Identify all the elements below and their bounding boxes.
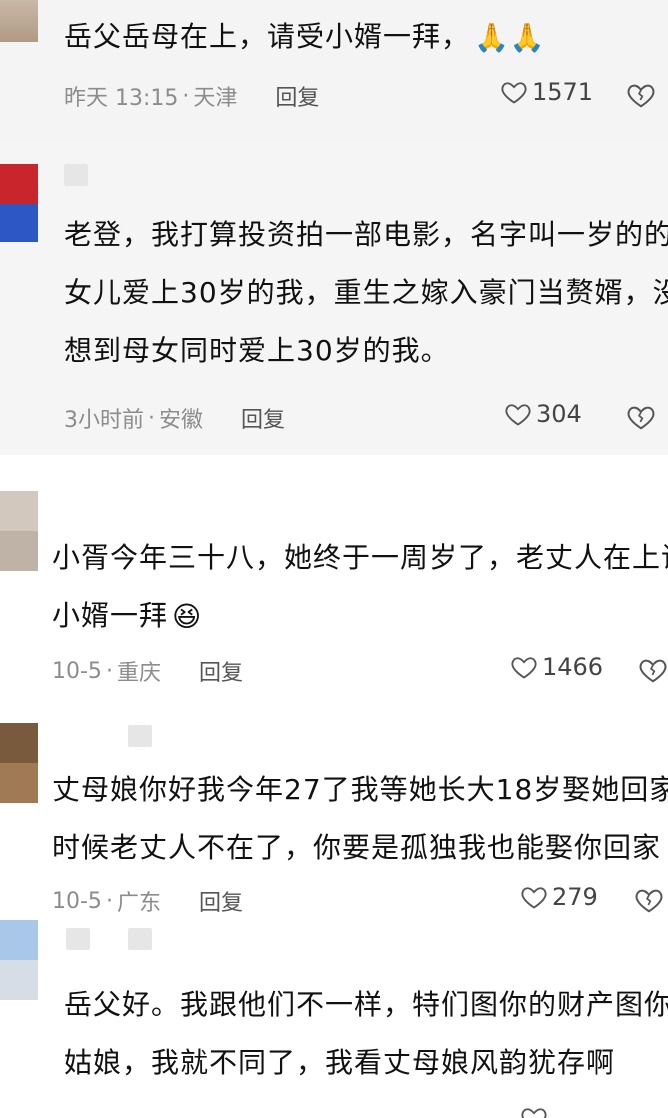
- broken-heart-icon[interactable]: [634, 885, 664, 915]
- comment-text: 岳父岳母在上，请受小婿一拜， 🙏🙏: [64, 8, 546, 67]
- comment-1: 岳父岳母在上，请受小婿一拜， 🙏🙏 昨天 13:15 · 天津 回复 1571: [0, 0, 668, 140]
- broken-heart-icon[interactable]: [626, 402, 656, 432]
- comment-meta: 昨天 13:15 · 天津 回复: [64, 80, 319, 112]
- reply-button[interactable]: 回复: [199, 885, 243, 917]
- like-count: 304: [536, 400, 582, 428]
- comment-text: 老登，我打算投资拍一部电影，名字叫一岁的的 女儿爱上30岁的我，重生之嫁入豪门当…: [64, 218, 668, 367]
- username-blurred[interactable]: [128, 725, 152, 747]
- comment-text: 岳父好。我跟他们不一样，特们图你的财产图你 姑娘，我就不同了，我看丈母娘风韵犹存…: [64, 988, 668, 1079]
- comment-time: 10-5: [52, 658, 102, 684]
- comment-text: 小胥今年三十八，她终于一周岁了，老丈人在上请受 小婿一拜 😆: [52, 529, 668, 646]
- like-button[interactable]: 1571: [500, 78, 593, 106]
- comment-4: 丈母娘你好我今年27了我等她长大18岁娶她回家，到 时候老丈人不在了，你要是孤独…: [0, 705, 668, 920]
- heart-outline-icon: [505, 404, 531, 426]
- reply-button[interactable]: 回复: [241, 402, 285, 434]
- comment-text: 丈母娘你好我今年27了我等她长大18岁娶她回家，到 时候老丈人不在了，你要是孤独…: [52, 761, 668, 878]
- avatar[interactable]: [0, 164, 38, 242]
- avatar[interactable]: [0, 920, 38, 1000]
- comment-5: 岳父好。我跟他们不一样，特们图你的财产图你 姑娘，我就不同了，我看丈母娘风韵犹存…: [0, 920, 668, 1118]
- broken-heart-icon[interactable]: [626, 80, 656, 110]
- like-count: 1466: [542, 653, 604, 681]
- like-count: 1571: [532, 78, 594, 106]
- like-count: 279: [552, 883, 598, 911]
- comment-location: 广东: [116, 891, 161, 916]
- heart-outline-icon: [521, 887, 547, 909]
- comment-3: 小胥今年三十八，她终于一周岁了，老丈人在上请受 小婿一拜 😆 10-5 · 重庆 回复…: [0, 455, 668, 705]
- heart-outline-icon: [511, 657, 537, 679]
- comment-time: 3小时前: [64, 408, 144, 433]
- like-button[interactable]: 1466: [510, 653, 603, 681]
- praying-hands-emoji-icon: 🙏🙏: [474, 21, 546, 54]
- comment-time: 昨天 13:15: [64, 86, 179, 111]
- like-button[interactable]: 304: [504, 400, 582, 428]
- broken-heart-icon[interactable]: [638, 655, 668, 685]
- comment-meta: 3小时前 · 安徽 回复: [64, 402, 285, 434]
- comment-location: 天津: [193, 86, 238, 111]
- comment-time: 10-5: [52, 888, 102, 914]
- username-blurred[interactable]: [64, 164, 88, 186]
- comment-meta: 10-5 · 重庆 回复: [52, 655, 243, 687]
- avatar[interactable]: [0, 723, 38, 803]
- heart-outline-icon: [521, 1108, 547, 1118]
- username-blurred[interactable]: [66, 928, 152, 950]
- heart-outline-icon: [501, 82, 527, 104]
- comment-location: 重庆: [116, 661, 161, 686]
- avatar[interactable]: [0, 491, 38, 571]
- like-button[interactable]: 279: [520, 883, 598, 911]
- reply-button[interactable]: 回复: [275, 80, 319, 112]
- comment-2: 老登，我打算投资拍一部电影，名字叫一岁的的 女儿爱上30岁的我，重生之嫁入豪门当…: [0, 140, 668, 455]
- like-button[interactable]: [520, 1104, 552, 1118]
- avatar[interactable]: [0, 0, 38, 42]
- reply-button[interactable]: 回复: [199, 655, 243, 687]
- laughing-face-emoji-icon: 😆: [172, 600, 203, 633]
- comment-location: 安徽: [159, 408, 204, 433]
- comment-meta: 10-5 · 广东 回复: [52, 885, 243, 917]
